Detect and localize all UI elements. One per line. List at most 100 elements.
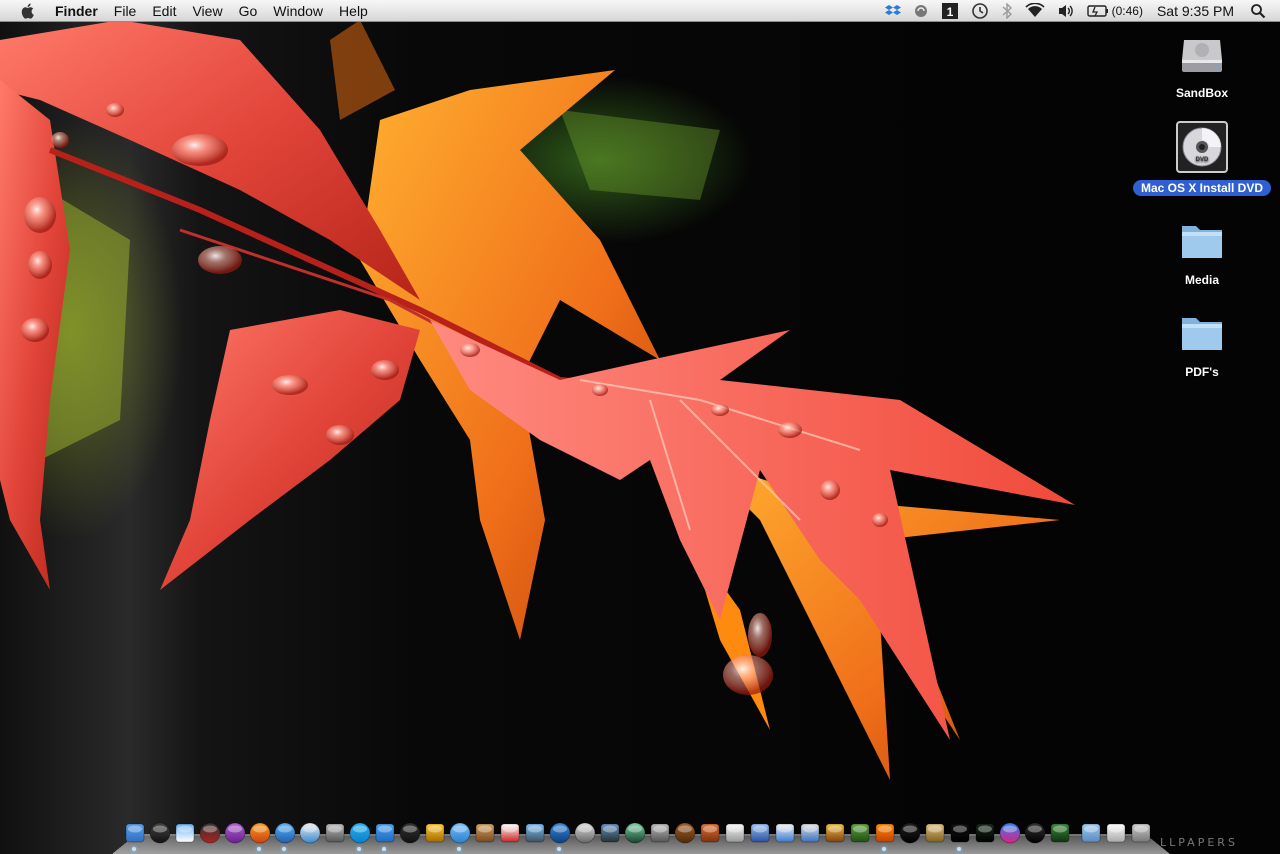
dock-item-ical[interactable] [497,820,522,845]
menu-window[interactable]: Window [265,0,331,22]
dock-item-system-preferences[interactable] [647,820,672,845]
shot-icon [925,823,944,842]
dock-item-keynote-chart[interactable] [772,820,797,845]
dock-item-grand-central[interactable] [422,820,447,845]
dock-item-time-machine[interactable] [622,820,647,845]
dock-item-shot[interactable] [922,820,947,845]
desktop-icon-install-dvd[interactable]: DVD Mac OS X Install DVD [1127,121,1277,196]
presentation-icon [700,823,719,842]
maple-leaves-image [0,20,1075,780]
dock-item-finder[interactable] [122,820,147,851]
dock-item-camera[interactable] [397,820,422,845]
dock-item-ichat[interactable] [447,820,472,851]
status-area: 1 (0:46) Sat 9:35 PM [879,0,1280,22]
desktop-icon-label: SandBox [1175,86,1228,100]
dock-item-trash[interactable] [1128,820,1153,845]
dock-item-cocoa[interactable] [847,820,872,845]
dock-item-safari[interactable] [272,820,297,851]
safari-icon [274,822,295,843]
spotlight-icon[interactable] [1250,0,1266,22]
menu-view[interactable]: View [184,0,230,22]
dock-item-dashboard[interactable] [147,820,172,845]
skype-icon [349,822,370,843]
dock-item-quicktime[interactable] [897,820,922,845]
dock-item-vlc[interactable] [872,820,897,851]
dock-item-firefox[interactable] [247,820,272,851]
vlc-icon [875,823,894,842]
dock-item-activity-monitor[interactable] [972,820,997,845]
folder-icon [1182,226,1222,258]
menu-edit[interactable]: Edit [144,0,184,22]
bluetooth-icon[interactable] [1001,0,1013,22]
dock-item-photo-booth[interactable] [197,820,222,845]
dock-item-coconut[interactable] [672,820,697,845]
dock-item-flickr[interactable] [997,820,1022,845]
bootcamp-icon[interactable]: 1 [941,0,959,22]
folder-icon [1182,318,1222,350]
menu-help[interactable]: Help [331,0,376,22]
running-indicator [882,847,886,851]
grand-central-icon [425,823,444,842]
dock-item-preview2[interactable] [1047,820,1072,845]
keynote-chart-icon [775,823,794,842]
photo-booth-icon [199,822,220,843]
dashboard-icon [149,822,170,843]
running-indicator [282,847,286,851]
sync-icon[interactable] [913,0,929,22]
dock-item-xcode[interactable] [747,820,772,845]
dock-item-disk-utility[interactable] [797,820,822,845]
folder-icon [1081,823,1100,842]
desktop-icon-pdfs[interactable]: PDF's [1127,309,1277,380]
document-icon [1106,823,1125,842]
running-indicator [132,847,136,851]
dock-item-skype[interactable] [347,820,372,851]
disk-utility-icon [800,823,819,842]
dock-item-preview[interactable] [172,820,197,845]
svg-text:DVD: DVD [1196,157,1209,163]
dock-item-dvd-player[interactable] [572,820,597,845]
dock-item-directions[interactable] [297,820,322,845]
menubar-clock[interactable]: Sat 9:35 PM [1157,3,1234,19]
dock-item-screen-sharing[interactable] [322,820,347,845]
desktop-icon-label: Media [1184,273,1219,287]
time-machine-icon [624,822,645,843]
dock-item-folder[interactable] [1078,820,1103,845]
coconut-icon [674,822,695,843]
terminal-icon [950,823,969,842]
dock-item-presentation[interactable] [697,820,722,845]
dock-item-address-book[interactable] [472,820,497,845]
app-menu-finder[interactable]: Finder [53,0,106,22]
dock-item-dropbox[interactable] [372,820,397,851]
volume-icon[interactable] [1057,0,1075,22]
dock-item-itunes-alt[interactable] [222,820,247,845]
running-indicator [557,847,561,851]
dock-item-spaces[interactable] [597,820,622,845]
apple-menu-icon[interactable] [19,2,37,20]
dock-item-textedit[interactable] [722,820,747,845]
dvd-player-icon [574,822,595,843]
desktop-icon-media[interactable]: Media [1127,217,1277,288]
dock-item-garageband[interactable] [822,820,847,845]
dock-items [122,820,1153,851]
menu-go[interactable]: Go [231,0,266,22]
dropbox-icon[interactable] [884,0,901,22]
dock-item-x11[interactable] [1022,820,1047,845]
activity-monitor-icon [975,823,994,842]
battery-icon[interactable]: (0:46) [1086,0,1143,22]
directions-icon [299,822,320,843]
desktop-icon-label: Mac OS X Install DVD [1132,180,1272,196]
desktop-icon-sandbox[interactable]: SandBox [1127,30,1277,101]
dvd-icon: DVD [1176,121,1228,173]
desktop-wallpaper [0,0,1280,854]
dock [112,818,1170,854]
menu-file[interactable]: File [106,0,145,22]
wifi-icon[interactable] [1025,0,1045,22]
system-preferences-icon [650,823,669,842]
dock-item-iphoto[interactable] [522,820,547,845]
wallpaper-watermark: LLPAPERS [1160,836,1238,849]
dock-item-document[interactable] [1103,820,1128,845]
time-machine-icon[interactable] [971,0,989,22]
menu-bar: Finder File Edit View Go Window Help 1 (… [0,0,1280,22]
dock-item-itunes[interactable] [547,820,572,851]
dock-item-terminal[interactable] [947,820,972,851]
